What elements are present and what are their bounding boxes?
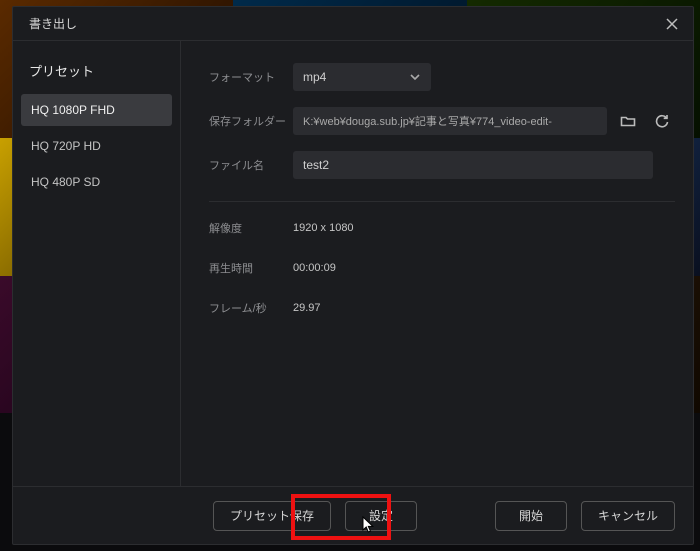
main-panel: フォーマット mp4 保存フォルダー K:¥web¥douga.sub.jp¥記… [181,41,693,486]
browse-folder-button[interactable] [615,108,641,134]
fps-label: フレーム/秒 [209,300,293,316]
close-button[interactable] [663,15,681,33]
format-select[interactable]: mp4 [293,63,431,91]
dialog-title: 書き出し [29,15,77,32]
start-button[interactable]: 開始 [495,501,567,531]
reset-folder-button[interactable] [649,108,675,134]
cancel-button[interactable]: キャンセル [581,501,675,531]
preset-label: HQ 480P SD [31,175,100,189]
filename-input[interactable]: test2 [293,151,653,179]
folder-label: 保存フォルダー [209,113,293,129]
resolution-label: 解像度 [209,220,293,236]
preset-label: HQ 720P HD [31,139,101,153]
filename-value: test2 [303,158,329,172]
duration-label: 再生時間 [209,260,293,276]
divider [209,201,675,202]
save-preset-button[interactable]: プリセット保存 [213,501,331,531]
preset-sidebar: プリセット HQ 1080P FHD HQ 720P HD HQ 480P SD [13,41,181,486]
filename-label: ファイル名 [209,157,293,173]
sidebar-title: プリセット [29,61,164,80]
preset-item-480p[interactable]: HQ 480P SD [21,166,172,198]
refresh-icon [654,113,670,129]
preset-label: HQ 1080P FHD [31,103,115,117]
resolution-value: 1920 x 1080 [293,222,354,234]
preset-item-1080p[interactable]: HQ 1080P FHD [21,94,172,126]
folder-icon [620,113,636,129]
export-dialog: 書き出し プリセット HQ 1080P FHD HQ 720P HD HQ 48… [12,6,694,545]
preset-item-720p[interactable]: HQ 720P HD [21,130,172,162]
duration-value: 00:00:09 [293,262,336,274]
format-label: フォーマット [209,69,293,85]
titlebar: 書き出し [13,7,693,41]
format-value: mp4 [303,70,326,84]
chevron-down-icon [409,71,421,83]
footer: プリセット保存 設定 開始 キャンセル [13,486,693,544]
folder-path-value: K:¥web¥douga.sub.jp¥記事と写真¥774_video-edit… [303,113,552,129]
close-icon [665,17,679,31]
fps-value: 29.97 [293,302,321,314]
folder-path-field[interactable]: K:¥web¥douga.sub.jp¥記事と写真¥774_video-edit… [293,107,607,135]
settings-button[interactable]: 設定 [345,501,417,531]
